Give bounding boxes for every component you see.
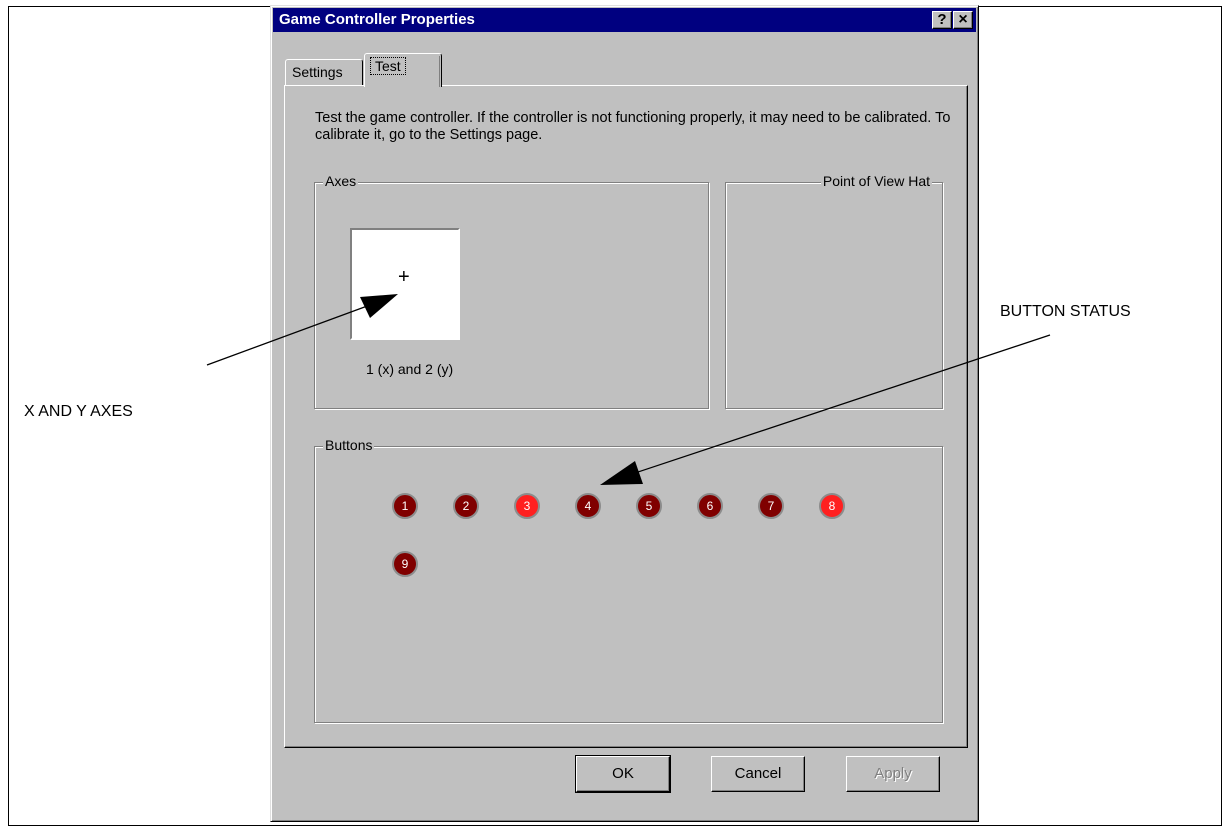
annotation-arrows xyxy=(206,294,1051,485)
tab-shadow xyxy=(439,56,440,87)
tab-test[interactable]: Test xyxy=(364,53,442,87)
button-status-arrow xyxy=(600,334,1051,485)
tab-test-label: Test xyxy=(370,57,406,75)
xy-axes-arrow xyxy=(206,294,398,366)
